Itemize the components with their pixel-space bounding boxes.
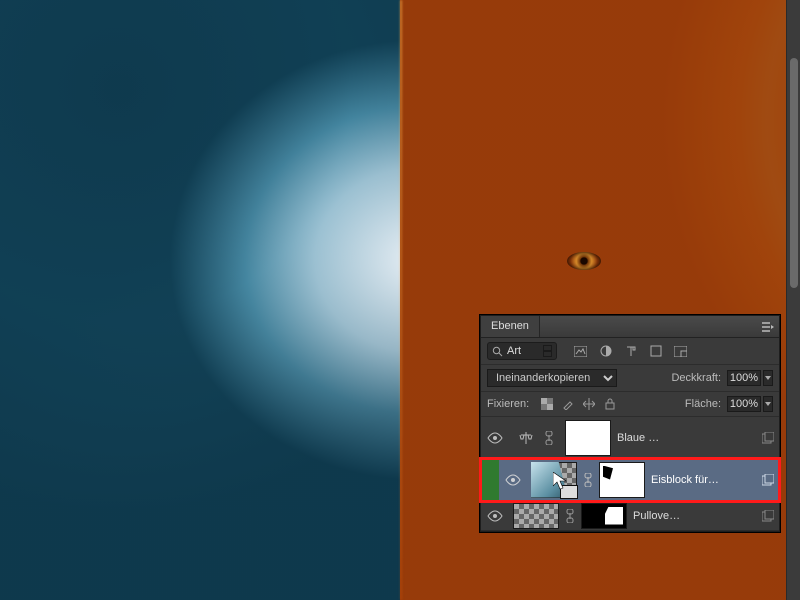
- visibility-toggle[interactable]: [499, 474, 527, 486]
- filter-smart-icon[interactable]: [673, 344, 688, 359]
- lock-position-icon[interactable]: [581, 397, 596, 412]
- lock-pixels-icon[interactable]: [560, 397, 575, 412]
- layer-thumb[interactable]: [513, 503, 559, 529]
- layer-stack-icon[interactable]: [757, 474, 779, 486]
- layer-stack-icon[interactable]: [757, 510, 779, 522]
- layer-filter-row: [481, 338, 779, 365]
- eye-icon: [487, 510, 503, 522]
- eye-icon: [487, 432, 503, 444]
- filter-type-icon[interactable]: [623, 344, 638, 359]
- smart-object-badge: [560, 485, 578, 499]
- filter-shape-icon[interactable]: [648, 344, 663, 359]
- layer-mask-thumb[interactable]: [581, 503, 627, 529]
- chevron-down-icon[interactable]: [763, 370, 773, 386]
- layer-list: Blaue …: [481, 417, 779, 531]
- layer-mask-thumb[interactable]: [565, 420, 611, 456]
- filter-adjustment-icon[interactable]: [598, 344, 613, 359]
- layer-thumb[interactable]: [531, 462, 577, 498]
- balance-icon: [518, 431, 534, 445]
- tab-layers[interactable]: Ebenen: [481, 316, 540, 337]
- layers-panel: Ebenen Ineinanderkopieren Deckkraft:: [480, 315, 780, 532]
- layer-row-blaue[interactable]: Blaue …: [481, 417, 779, 459]
- layer-name[interactable]: Eisblock für…: [645, 474, 757, 486]
- opacity-field[interactable]: [727, 370, 773, 386]
- fill-field[interactable]: [727, 396, 773, 412]
- panel-menu-button[interactable]: [757, 321, 779, 333]
- layer-stack-icon[interactable]: [757, 432, 779, 444]
- lock-label: Fixieren:: [487, 398, 529, 410]
- layer-name[interactable]: Pullove…: [627, 510, 757, 522]
- blend-mode-select[interactable]: Ineinanderkopieren: [487, 369, 617, 387]
- fill-value[interactable]: [727, 396, 761, 412]
- fill-label: Fläche:: [685, 398, 721, 410]
- window-scrollbar[interactable]: [786, 0, 800, 600]
- link-icon: [583, 473, 593, 487]
- adjustment-icons: [513, 431, 559, 445]
- canvas-divider: [400, 0, 402, 600]
- lock-all-icon[interactable]: [602, 397, 617, 412]
- layer-kind-filter[interactable]: [487, 342, 557, 360]
- filter-stepper[interactable]: [543, 345, 552, 357]
- visibility-toggle[interactable]: [481, 510, 509, 522]
- eye-icon: [505, 474, 521, 486]
- link-icon: [565, 509, 575, 523]
- layer-row-eisblock[interactable]: Eisblock für…: [481, 459, 779, 501]
- lock-icons: [539, 397, 617, 412]
- layer-name[interactable]: Blaue …: [611, 432, 757, 444]
- layer-mask-thumb[interactable]: [599, 462, 645, 498]
- selection-indicator: [481, 459, 499, 500]
- layer-kind-label: [507, 345, 539, 357]
- opacity-label: Deckkraft:: [671, 372, 721, 384]
- filter-type-icons: [573, 344, 688, 359]
- panel-tabbar: Ebenen: [481, 316, 779, 338]
- menu-icon: [762, 322, 774, 332]
- filter-pixel-icon[interactable]: [573, 344, 588, 359]
- visibility-toggle[interactable]: [481, 432, 509, 444]
- blend-opacity-row: Ineinanderkopieren Deckkraft:: [481, 365, 779, 392]
- canvas-ice-half: [0, 0, 400, 600]
- lock-transparency-icon[interactable]: [539, 397, 554, 412]
- layer-row-pullover[interactable]: Pullove…: [481, 501, 779, 531]
- opacity-value[interactable]: [727, 370, 761, 386]
- lock-fill-row: Fixieren: Fläche:: [481, 392, 779, 417]
- scrollbar-thumb[interactable]: [790, 58, 798, 288]
- chevron-down-icon[interactable]: [763, 396, 773, 412]
- search-icon: [492, 346, 503, 357]
- link-icon: [544, 431, 554, 445]
